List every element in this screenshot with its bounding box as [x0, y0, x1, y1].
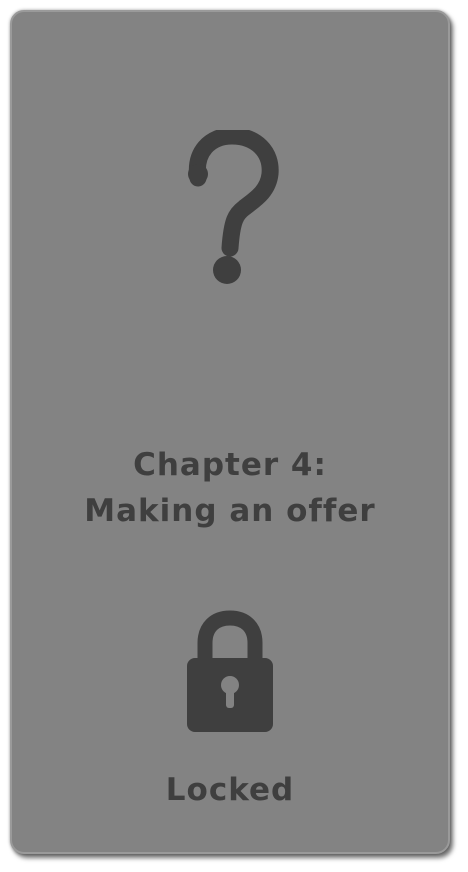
chapter-number: Chapter 4:: [133, 447, 327, 483]
chapter-card-locked[interactable]: Chapter 4: Making an offer Locked: [10, 10, 450, 854]
locked-status-label: Locked: [165, 772, 295, 808]
padlock-icon: [12, 610, 448, 735]
chapter-title: Chapter 4: Making an offer: [12, 442, 448, 534]
chapter-name: Making an offer: [84, 493, 376, 529]
question-mark-icon: [12, 130, 448, 310]
